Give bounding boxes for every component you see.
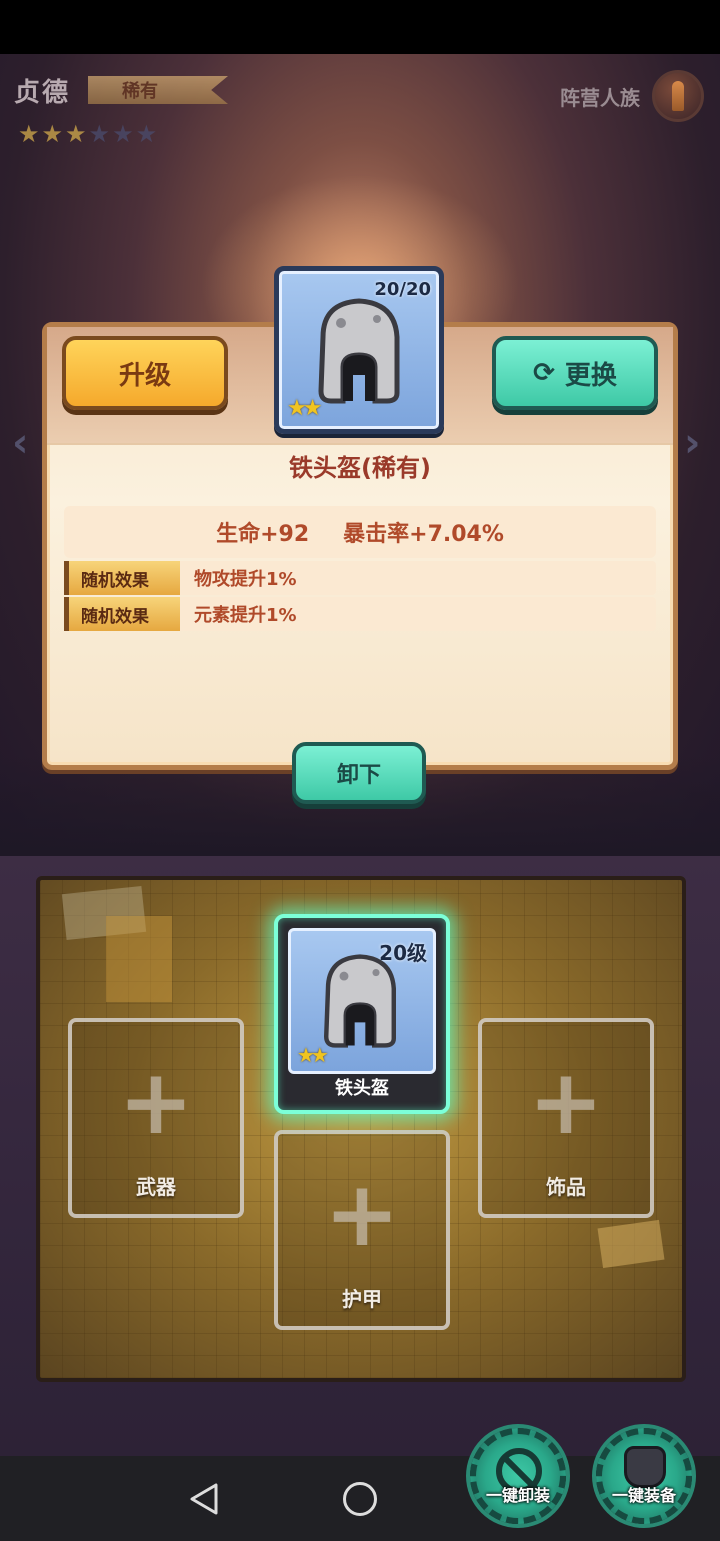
home-icon[interactable] xyxy=(343,1482,377,1516)
add-icon: + xyxy=(324,1161,400,1267)
bullet-icon xyxy=(672,81,684,111)
stat-crit: 暴击率+7.04% xyxy=(343,522,504,547)
stat-box: 生命+92 暴击率+7.04% xyxy=(64,506,656,558)
refresh-icon: ⟳ xyxy=(533,358,555,388)
armor-slot-label: 护甲 xyxy=(342,1287,382,1311)
effect-text: 物攻提升1% xyxy=(194,569,297,590)
equipped-item-name: 铁头盔 xyxy=(335,1078,389,1099)
accessory-slot-label: 饰品 xyxy=(546,1175,586,1199)
effect-tag: 随机效果 xyxy=(64,561,180,595)
helmet-icon xyxy=(319,953,401,1049)
rarity-banner: 稀有 xyxy=(88,76,228,104)
star-empty-icon: ★ xyxy=(112,120,134,148)
prev-hero-arrow-icon[interactable]: ‹ xyxy=(12,420,28,466)
effect-row: 随机效果 物攻提升1% xyxy=(64,561,656,595)
equip-all-button[interactable]: 一键装备 xyxy=(596,1428,692,1524)
armor-slot[interactable]: + 护甲 xyxy=(274,1130,450,1330)
accessory-slot[interactable]: + 饰品 xyxy=(478,1018,654,1218)
unequip-all-button[interactable]: 一键卸装 xyxy=(470,1428,566,1524)
stat-hp: 生命+92 xyxy=(216,522,310,547)
unequip-button[interactable]: 卸下 xyxy=(292,742,426,804)
helmet-icon xyxy=(313,297,405,405)
status-bar xyxy=(0,0,720,54)
item-stars: ★★ xyxy=(287,396,323,421)
item-title: 铁头盔(稀有) xyxy=(289,454,431,482)
equipped-item-card: 20级 ★★ xyxy=(288,928,436,1074)
star-icon: ★ xyxy=(65,120,87,148)
faction-icon[interactable] xyxy=(652,70,704,122)
back-icon[interactable] xyxy=(188,1482,222,1516)
weapon-slot[interactable]: + 武器 xyxy=(68,1018,244,1218)
item-stars: ★★ xyxy=(297,1043,329,1067)
faction-label: 阵营人族 xyxy=(560,86,640,110)
helmet-slot[interactable]: 20级 ★★ 铁头盔 xyxy=(274,914,450,1114)
star-icon: ★ xyxy=(41,120,64,148)
effect-text: 元素提升1% xyxy=(194,605,297,626)
star-empty-icon: ★ xyxy=(135,120,158,148)
effect-tag: 随机效果 xyxy=(64,597,180,631)
add-icon: + xyxy=(528,1049,604,1155)
next-hero-arrow-icon[interactable]: › xyxy=(684,420,700,466)
hero-stars: ★ ★ ★ ★ ★ ★ xyxy=(18,120,157,148)
effect-row: 随机效果 元素提升1% xyxy=(64,597,656,631)
upgrade-button[interactable]: 升级 xyxy=(62,336,228,410)
hero-name: 贞德 xyxy=(14,78,71,108)
add-icon: + xyxy=(118,1049,194,1155)
note-paper xyxy=(106,916,172,1002)
replace-button[interactable]: ⟳ 更换 xyxy=(492,336,658,410)
equip-all-label: 一键装备 xyxy=(611,1486,676,1505)
note-paper xyxy=(597,1219,665,1269)
weapon-slot-label: 武器 xyxy=(136,1175,176,1199)
star-icon: ★ xyxy=(18,120,40,148)
item-card: 20/20 ★★ xyxy=(274,266,444,434)
replace-label: 更换 xyxy=(564,360,617,391)
star-empty-icon: ★ xyxy=(88,120,111,148)
unequip-all-label: 一键卸装 xyxy=(485,1486,550,1505)
